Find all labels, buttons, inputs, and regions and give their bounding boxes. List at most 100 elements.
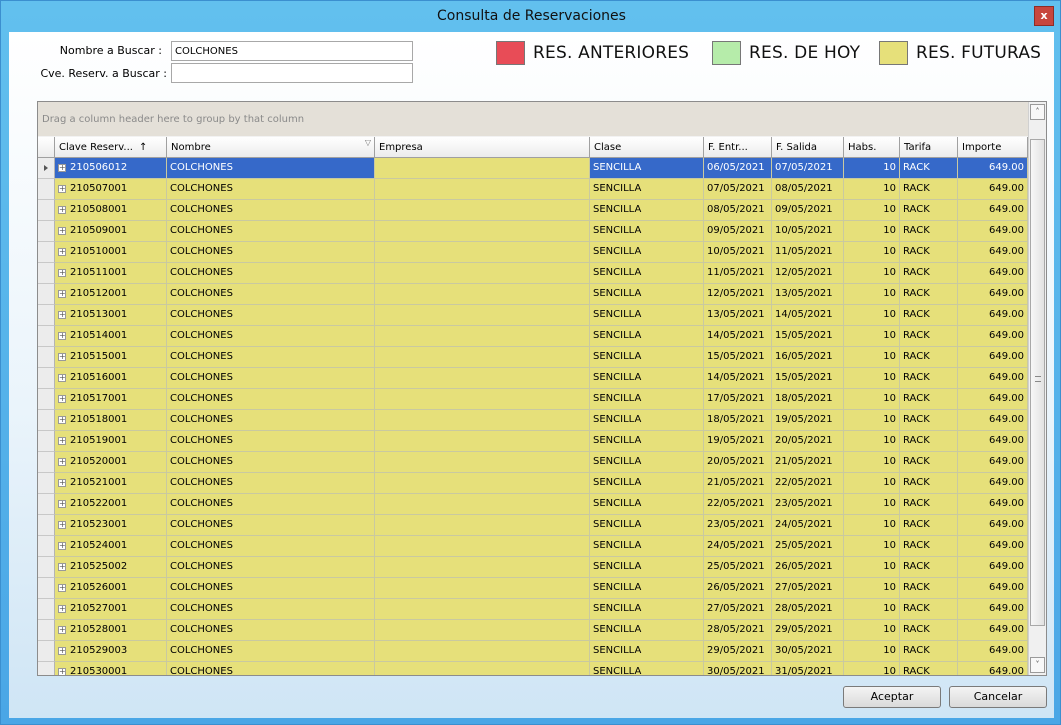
row-indicator[interactable]	[38, 158, 55, 179]
cell-importe[interactable]: 649.00	[958, 179, 1028, 200]
cell-habs[interactable]: 10	[844, 158, 900, 179]
expand-row-icon[interactable]: +	[58, 290, 66, 298]
cell-f-entrada[interactable]: 10/05/2021	[704, 242, 772, 263]
table-row[interactable]: +210508001 COLCHONES SENCILLA 08/05/2021 09/…	[38, 200, 1028, 221]
row-indicator[interactable]	[38, 368, 55, 389]
row-indicator[interactable]	[38, 599, 55, 620]
cell-empresa[interactable]	[375, 305, 590, 326]
column-header-f-entrada[interactable]: F. Entr...	[704, 137, 772, 158]
cell-clave[interactable]: +210512001	[55, 284, 167, 305]
expand-row-icon[interactable]: +	[58, 353, 66, 361]
expand-row-icon[interactable]: +	[58, 668, 66, 675]
cell-f-salida[interactable]: 08/05/2021	[772, 179, 844, 200]
cell-f-entrada[interactable]: 24/05/2021	[704, 536, 772, 557]
cell-f-entrada[interactable]: 15/05/2021	[704, 347, 772, 368]
cell-habs[interactable]: 10	[844, 200, 900, 221]
cell-clase[interactable]: SENCILLA	[590, 200, 704, 221]
cell-tarifa[interactable]: RACK	[900, 473, 958, 494]
cell-f-entrada[interactable]: 13/05/2021	[704, 305, 772, 326]
cell-f-salida[interactable]: 26/05/2021	[772, 557, 844, 578]
cell-clave[interactable]: +210527001	[55, 599, 167, 620]
cell-f-salida[interactable]: 23/05/2021	[772, 494, 844, 515]
cell-f-entrada[interactable]: 28/05/2021	[704, 620, 772, 641]
cell-importe[interactable]: 649.00	[958, 557, 1028, 578]
cell-f-salida[interactable]: 18/05/2021	[772, 389, 844, 410]
cell-tarifa[interactable]: RACK	[900, 536, 958, 557]
cell-f-salida[interactable]: 22/05/2021	[772, 473, 844, 494]
cell-importe[interactable]: 649.00	[958, 620, 1028, 641]
cell-nombre[interactable]: COLCHONES	[167, 368, 375, 389]
cell-f-salida[interactable]: 13/05/2021	[772, 284, 844, 305]
cell-tarifa[interactable]: RACK	[900, 326, 958, 347]
cell-habs[interactable]: 10	[844, 221, 900, 242]
row-indicator[interactable]	[38, 662, 55, 675]
cell-habs[interactable]: 10	[844, 494, 900, 515]
cell-tarifa[interactable]: RACK	[900, 431, 958, 452]
cell-tarifa[interactable]: RACK	[900, 368, 958, 389]
cell-empresa[interactable]	[375, 263, 590, 284]
expand-row-icon[interactable]: +	[58, 647, 66, 655]
cell-habs[interactable]: 10	[844, 452, 900, 473]
cell-f-entrada[interactable]: 07/05/2021	[704, 179, 772, 200]
cell-habs[interactable]: 10	[844, 368, 900, 389]
column-header-clave[interactable]: Clave Reserv... ↑	[55, 137, 167, 158]
cell-nombre[interactable]: COLCHONES	[167, 347, 375, 368]
row-indicator[interactable]	[38, 452, 55, 473]
cell-habs[interactable]: 10	[844, 662, 900, 675]
group-by-panel[interactable]: Drag a column header here to group by th…	[38, 102, 1028, 136]
cell-f-entrada[interactable]: 25/05/2021	[704, 557, 772, 578]
expand-row-icon[interactable]: +	[58, 248, 66, 256]
column-header-nombre[interactable]: Nombre ▽	[167, 137, 375, 158]
cell-nombre[interactable]: COLCHONES	[167, 452, 375, 473]
cell-clave[interactable]: +210508001	[55, 200, 167, 221]
cell-f-salida[interactable]: 19/05/2021	[772, 410, 844, 431]
cell-habs[interactable]: 10	[844, 263, 900, 284]
row-indicator[interactable]	[38, 263, 55, 284]
cell-f-salida[interactable]: 29/05/2021	[772, 620, 844, 641]
row-indicator[interactable]	[38, 200, 55, 221]
cell-f-salida[interactable]: 25/05/2021	[772, 536, 844, 557]
cell-importe[interactable]: 649.00	[958, 662, 1028, 675]
row-indicator[interactable]	[38, 494, 55, 515]
cell-tarifa[interactable]: RACK	[900, 599, 958, 620]
cell-importe[interactable]: 649.00	[958, 452, 1028, 473]
cell-clave[interactable]: +210522001	[55, 494, 167, 515]
table-row[interactable]: +210518001 COLCHONES SENCILLA 18/05/2021 19/…	[38, 410, 1028, 431]
cell-empresa[interactable]	[375, 347, 590, 368]
cell-habs[interactable]: 10	[844, 347, 900, 368]
expand-row-icon[interactable]: +	[58, 332, 66, 340]
column-header-habs[interactable]: Habs.	[844, 137, 900, 158]
cell-f-salida[interactable]: 21/05/2021	[772, 452, 844, 473]
cell-clase[interactable]: SENCILLA	[590, 536, 704, 557]
cell-habs[interactable]: 10	[844, 641, 900, 662]
cell-clase[interactable]: SENCILLA	[590, 221, 704, 242]
close-button[interactable]: x	[1034, 6, 1054, 26]
cell-tarifa[interactable]: RACK	[900, 200, 958, 221]
cell-importe[interactable]: 649.00	[958, 242, 1028, 263]
cell-f-salida[interactable]: 07/05/2021	[772, 158, 844, 179]
table-row[interactable]: +210514001 COLCHONES SENCILLA 14/05/2021 15/…	[38, 326, 1028, 347]
row-indicator[interactable]	[38, 221, 55, 242]
cell-importe[interactable]: 649.00	[958, 494, 1028, 515]
row-indicator[interactable]	[38, 431, 55, 452]
cell-habs[interactable]: 10	[844, 326, 900, 347]
cell-empresa[interactable]	[375, 179, 590, 200]
cell-clave[interactable]: +210515001	[55, 347, 167, 368]
cell-f-entrada[interactable]: 17/05/2021	[704, 389, 772, 410]
expand-row-icon[interactable]: +	[58, 164, 66, 172]
table-row[interactable]: +210525002 COLCHONES SENCILLA 25/05/2021 26/…	[38, 557, 1028, 578]
cell-nombre[interactable]: COLCHONES	[167, 284, 375, 305]
cell-nombre[interactable]: COLCHONES	[167, 578, 375, 599]
cell-clase[interactable]: SENCILLA	[590, 179, 704, 200]
cell-tarifa[interactable]: RACK	[900, 515, 958, 536]
table-row[interactable]: +210506012 COLCHONES SENCILLA 06/05/2021 07/…	[38, 158, 1028, 179]
cell-nombre[interactable]: COLCHONES	[167, 221, 375, 242]
cell-habs[interactable]: 10	[844, 536, 900, 557]
row-indicator[interactable]	[38, 410, 55, 431]
table-row[interactable]: +210522001 COLCHONES SENCILLA 22/05/2021 23/…	[38, 494, 1028, 515]
cell-f-entrada[interactable]: 14/05/2021	[704, 326, 772, 347]
cell-f-entrada[interactable]: 19/05/2021	[704, 431, 772, 452]
row-indicator[interactable]	[38, 347, 55, 368]
cell-clave[interactable]: +210520001	[55, 452, 167, 473]
column-header-empresa[interactable]: Empresa	[375, 137, 590, 158]
